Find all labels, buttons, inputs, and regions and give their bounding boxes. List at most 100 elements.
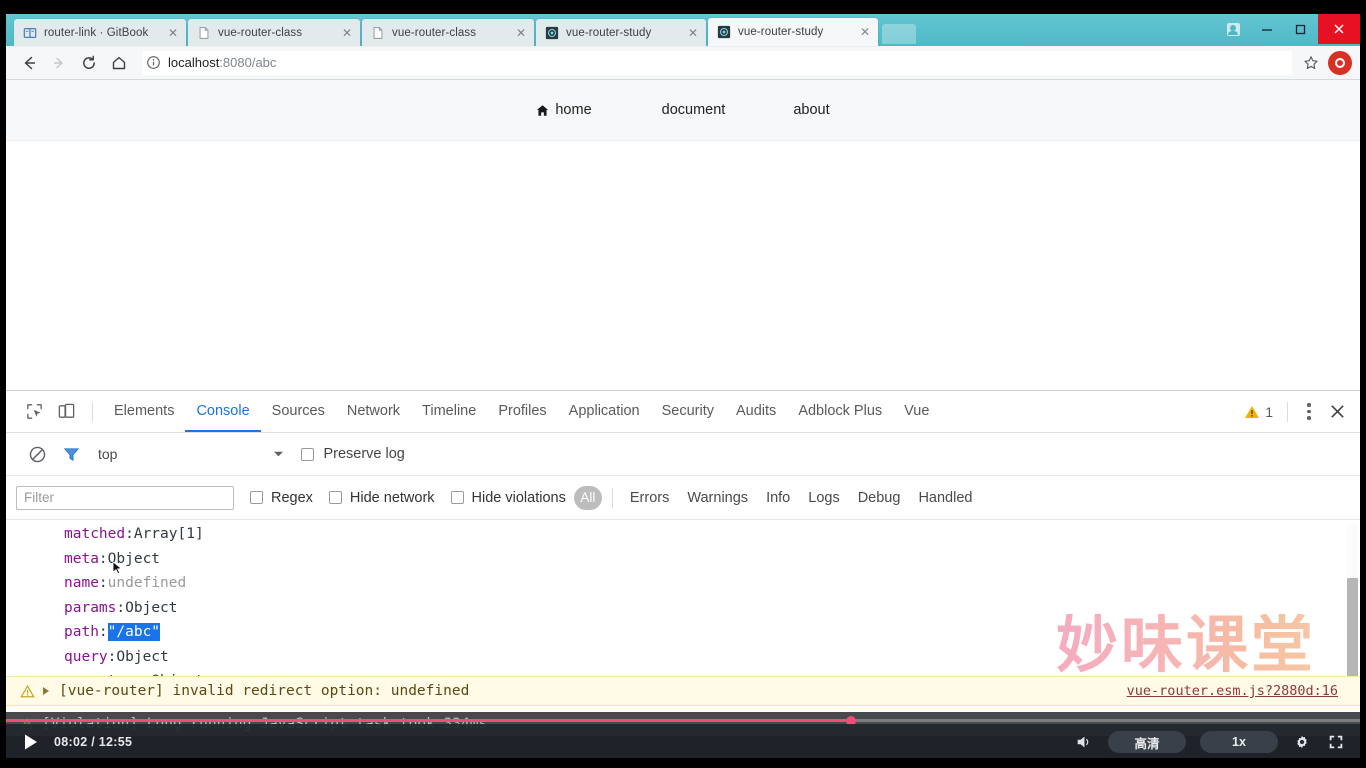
page-content-area xyxy=(6,141,1360,390)
device-toolbar-icon[interactable] xyxy=(50,396,82,428)
devtools-tab-elements[interactable]: Elements xyxy=(103,391,185,432)
console-property-row[interactable]: path: "/abc" xyxy=(6,620,1360,645)
console-property-row[interactable]: meta: Object xyxy=(6,547,1360,572)
level-filter-handled[interactable]: Handled xyxy=(909,490,981,506)
browser-tab-label: vue-router-study xyxy=(566,26,652,39)
warning-source-link[interactable]: vue-router.esm.js?2880d:16 xyxy=(1127,683,1338,699)
video-letterbox-bottom xyxy=(0,758,1366,768)
tab-close-icon[interactable]: ✕ xyxy=(858,25,872,39)
warning-count-badge[interactable]: 1 xyxy=(1244,404,1273,420)
devtools-close-icon[interactable] xyxy=(1322,397,1352,427)
level-filter-all[interactable]: All xyxy=(573,485,602,510)
back-arrow-icon[interactable] xyxy=(14,48,44,78)
video-quality-button[interactable]: 高清 xyxy=(1108,731,1186,753)
regex-checkbox[interactable] xyxy=(250,491,263,504)
window-close-button[interactable] xyxy=(1318,14,1360,44)
property-value[interactable]: Object xyxy=(116,649,168,665)
property-value[interactable]: Array[1] xyxy=(134,526,204,542)
devtools-tabbar-right: 1 xyxy=(1244,391,1352,432)
book-icon xyxy=(23,27,37,38)
devtools-tab-application[interactable]: Application xyxy=(558,391,651,432)
browser-tab-3[interactable]: vue-router-study ✕ xyxy=(536,19,706,46)
toolbar-divider xyxy=(92,401,93,422)
star-icon[interactable] xyxy=(1298,50,1324,76)
account-icon[interactable] xyxy=(1216,14,1250,44)
reload-icon[interactable] xyxy=(74,48,104,78)
devtools-tab-network[interactable]: Network xyxy=(336,391,411,432)
chevron-down-icon[interactable] xyxy=(267,450,289,458)
hide-network-checkbox[interactable] xyxy=(328,491,342,504)
devtools-tab-console[interactable]: Console xyxy=(185,391,260,432)
console-output[interactable]: matched: Array[1] meta: Object name: und… xyxy=(6,520,1360,706)
console-property-row[interactable]: name: undefined xyxy=(6,571,1360,596)
level-filter-warnings[interactable]: Warnings xyxy=(678,490,757,506)
level-filter-debug[interactable]: Debug xyxy=(849,490,910,506)
property-key: meta xyxy=(64,550,99,567)
new-tab-button[interactable] xyxy=(882,24,916,44)
browser-tab-label: vue-router-study xyxy=(738,26,824,38)
address-bar[interactable]: localhost:8080/abc xyxy=(142,50,1292,75)
devtools-tab-profiles[interactable]: Profiles xyxy=(487,391,557,432)
property-key: params xyxy=(64,599,117,616)
level-filter-logs[interactable]: Logs xyxy=(799,490,848,506)
tab-close-icon[interactable]: ✕ xyxy=(686,26,700,40)
nav-link-home-label: home xyxy=(555,102,592,118)
browser-tab-0[interactable]: router-link · GitBook ✕ xyxy=(14,19,186,46)
hide-violations-option[interactable]: Hide violations xyxy=(450,490,566,506)
preserve-log-checkbox[interactable] xyxy=(301,447,315,461)
devtools-tab-vue[interactable]: Vue xyxy=(893,391,940,432)
property-value-selected[interactable]: "/abc" xyxy=(107,623,161,642)
profile-avatar[interactable] xyxy=(1328,50,1352,75)
regex-option[interactable]: Regex xyxy=(250,490,313,506)
console-filter-input[interactable]: Filter xyxy=(16,485,234,510)
kebab-menu-icon[interactable] xyxy=(1296,399,1322,425)
gear-icon[interactable] xyxy=(1292,732,1312,752)
browser-tab-1[interactable]: vue-router-class ✕ xyxy=(188,19,360,46)
nav-link-about[interactable]: about xyxy=(793,102,829,118)
level-filter-errors[interactable]: Errors xyxy=(621,490,678,506)
devtools-tab-security[interactable]: Security xyxy=(651,391,725,432)
play-icon[interactable] xyxy=(20,731,42,753)
devtools-tab-sources[interactable]: Sources xyxy=(261,391,336,432)
preserve-log-option[interactable]: Preserve log xyxy=(301,446,405,462)
property-separator: : xyxy=(116,599,126,616)
devtools-tab-adblock-plus[interactable]: Adblock Plus xyxy=(787,391,893,432)
hide-network-label: Hide network xyxy=(349,489,435,506)
home-icon[interactable] xyxy=(104,48,134,78)
volume-icon[interactable] xyxy=(1074,732,1094,752)
tab-close-icon[interactable]: ✕ xyxy=(166,26,180,40)
tab-close-icon[interactable]: ✕ xyxy=(514,26,528,40)
hide-violations-checkbox[interactable] xyxy=(450,491,464,504)
console-property-row[interactable]: params: Object xyxy=(6,596,1360,621)
inspect-element-icon[interactable] xyxy=(18,396,50,428)
fullscreen-icon[interactable] xyxy=(1326,732,1346,752)
console-warning-message[interactable]: [vue-router] invalid redirect option: un… xyxy=(6,676,1360,706)
address-host: localhost xyxy=(168,55,220,70)
minimize-button[interactable] xyxy=(1250,14,1284,44)
tab-close-icon[interactable]: ✕ xyxy=(340,26,354,40)
browser-tab-2[interactable]: vue-router-class ✕ xyxy=(362,19,534,46)
info-circle-icon[interactable] xyxy=(144,54,162,72)
console-context-selector[interactable]: top xyxy=(98,446,117,462)
devtools-tab-timeline[interactable]: Timeline xyxy=(411,391,487,432)
maximize-button[interactable] xyxy=(1284,14,1318,44)
nav-link-document[interactable]: document xyxy=(662,102,726,118)
property-value[interactable]: Object xyxy=(125,600,177,616)
console-scrollbar-thumb[interactable] xyxy=(1347,578,1358,690)
level-filter-info[interactable]: Info xyxy=(757,490,799,506)
nav-link-home[interactable]: home xyxy=(536,102,592,118)
hide-network-option[interactable]: Hide network xyxy=(328,489,435,506)
video-progress-bar[interactable] xyxy=(6,715,1360,726)
devtools-tab-audits[interactable]: Audits xyxy=(725,391,787,432)
expand-arrow-icon[interactable] xyxy=(43,687,49,695)
console-property-row[interactable]: query: Object xyxy=(6,645,1360,670)
nav-link-document-label: document xyxy=(661,102,726,118)
video-speed-button[interactable]: 1x xyxy=(1200,731,1278,753)
browser-tab-4-active[interactable]: vue-router-study ✕ xyxy=(708,18,878,46)
clear-console-icon[interactable] xyxy=(20,439,54,469)
page-icon xyxy=(373,26,383,39)
property-separator: : xyxy=(98,624,108,641)
console-property-row[interactable]: matched: Array[1] xyxy=(6,522,1360,547)
vue-app-icon xyxy=(717,25,731,39)
filter-funnel-icon[interactable] xyxy=(54,439,88,469)
